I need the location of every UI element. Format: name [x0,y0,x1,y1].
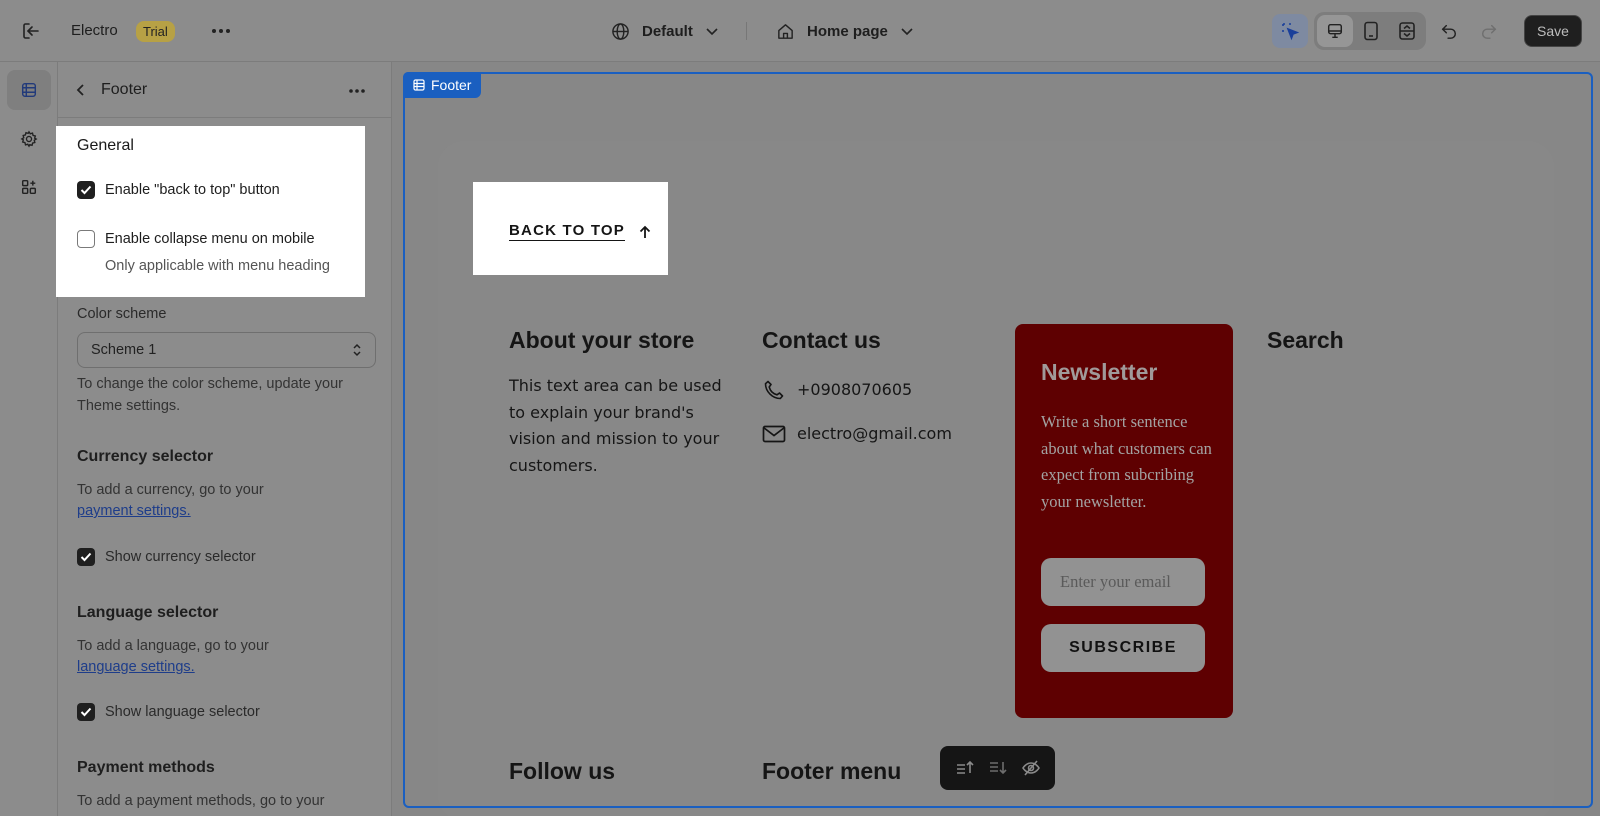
more-horizontal-icon[interactable] [346,82,368,100]
general-settings-highlight: General Enable "back to top" button Enab… [56,126,365,297]
language-help: To add a language, go to your [77,638,269,654]
redo-icon[interactable] [1478,20,1500,42]
select-element-icon [1280,21,1300,41]
left-rail [0,62,58,816]
more-horizontal-icon[interactable] [209,20,233,42]
section-tag-label: Footer [431,77,472,93]
general-heading: General [77,137,134,154]
plan-badge: Trial [136,21,175,42]
panel-title: Footer [101,81,148,98]
move-down-icon[interactable] [988,759,1008,777]
theme-name: Default [642,22,693,40]
show-language-checkbox[interactable] [77,703,95,721]
collapse-menu-help: Only applicable with menu heading [105,258,330,274]
fullwidth-icon[interactable] [1397,20,1417,42]
collapse-menu-label: Enable collapse menu on mobile [105,231,315,247]
page-name: Home page [807,22,888,40]
back-to-top-label: Enable "back to top" button [105,182,280,198]
back-chevron-icon[interactable] [72,80,90,100]
apps-icon[interactable] [18,176,40,198]
section-tag[interactable]: Footer [403,72,482,98]
sections-tab[interactable] [7,70,51,110]
color-scheme-label: Color scheme [77,306,167,322]
store-name: Electro [71,22,118,39]
language-settings-link[interactable]: language settings. [77,659,195,675]
chevron-down-icon [705,26,719,36]
section-grid-icon [413,79,425,91]
divider [746,22,747,40]
back-to-top-checkbox[interactable] [77,181,95,199]
payment-heading: Payment methods [77,759,215,776]
mobile-icon[interactable] [1361,20,1381,42]
show-language-label: Show language selector [105,704,260,720]
show-currency-label: Show currency selector [105,549,256,565]
collapse-menu-checkbox[interactable] [77,230,95,248]
home-icon [776,22,795,41]
top-bar: Electro Trial Default Home page Save [0,0,1600,62]
panel-divider [58,117,392,118]
color-scheme-select[interactable]: Scheme 1 [77,332,376,368]
theme-selector[interactable]: Default [611,18,719,44]
payment-settings-link[interactable]: payment settings. [77,503,191,519]
select-arrows-icon [352,342,362,358]
language-heading: Language selector [77,604,219,621]
select-element-button[interactable] [1272,14,1308,48]
color-scheme-help: To change the color scheme, update your … [77,376,343,414]
section-action-bar [940,746,1055,790]
settings-gear-icon[interactable] [18,128,40,150]
move-up-icon[interactable] [955,759,975,777]
currency-help: To add a currency, go to your [77,482,264,498]
page-selector[interactable]: Home page [776,18,914,44]
show-currency-checkbox[interactable] [77,548,95,566]
exit-icon[interactable] [20,20,42,42]
payment-help: To add a payment methods, go to your [77,793,325,809]
globe-icon [611,22,630,41]
desktop-view-button[interactable] [1317,15,1353,47]
selected-section-outline [403,72,1593,808]
hide-icon[interactable] [1021,759,1041,777]
undo-icon[interactable] [1438,20,1460,42]
sections-icon [20,81,38,99]
chevron-down-icon [900,26,914,36]
currency-heading: Currency selector [77,448,214,465]
desktop-icon [1326,22,1344,40]
save-button[interactable]: Save [1524,15,1582,47]
color-scheme-value: Scheme 1 [91,342,157,358]
